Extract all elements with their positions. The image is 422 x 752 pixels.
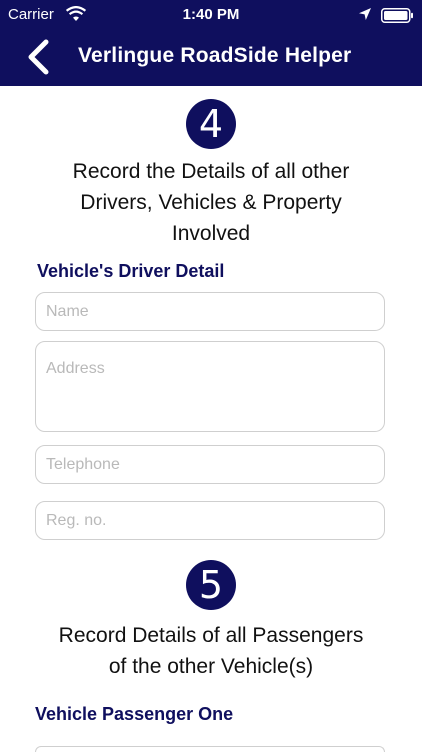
step-4-badge: 4 xyxy=(186,99,236,149)
step-4-line-3: Involved xyxy=(171,222,251,245)
driver-reg-number-input[interactable] xyxy=(35,501,385,540)
passenger-name-input-edge[interactable] xyxy=(35,746,385,752)
step-5-instructions: Record Details of all Passengers of the … xyxy=(20,620,402,682)
status-bar: Carrier 1:40 PM xyxy=(0,0,422,30)
step-4-instructions: Record the Details of all other Drivers,… xyxy=(20,156,402,249)
step-4-line-1: Record the Details of all other xyxy=(72,160,350,183)
passenger-one-heading: Vehicle Passenger One xyxy=(35,704,234,724)
location-arrow-icon xyxy=(358,7,372,21)
back-button[interactable] xyxy=(22,38,56,76)
navigation-bar: Verlingue RoadSide Helper xyxy=(0,30,422,86)
battery-icon xyxy=(381,8,414,23)
step-5-line-2: of the other Vehicle(s) xyxy=(108,655,314,678)
step-4-line-2: Drivers, Vehicles & Property xyxy=(80,191,342,214)
step-5-badge: 5 xyxy=(186,560,236,610)
app-header: Carrier 1:40 PM Verlingue RoadSide Helpe… xyxy=(0,0,422,86)
driver-name-input[interactable] xyxy=(35,292,385,331)
chevron-left-icon xyxy=(28,39,49,75)
driver-telephone-input[interactable] xyxy=(35,445,385,484)
driver-address-input[interactable] xyxy=(35,341,385,432)
page-title: Verlingue RoadSide Helper xyxy=(78,44,352,67)
step-5-line-1: Record Details of all Passengers xyxy=(58,624,364,647)
driver-detail-heading: Vehicle's Driver Detail xyxy=(37,261,225,281)
